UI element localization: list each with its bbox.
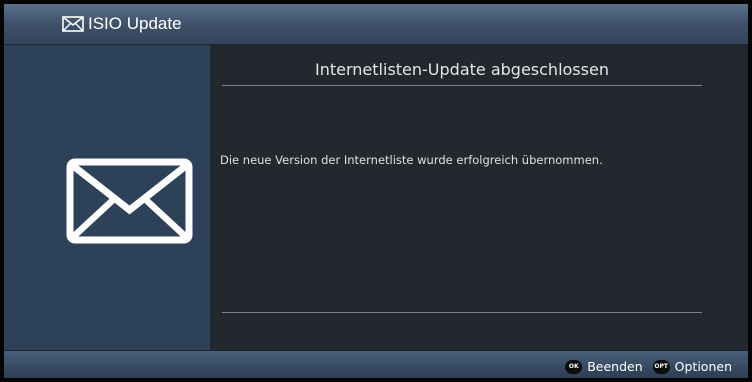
- exit-action-label[interactable]: Beenden: [587, 359, 642, 375]
- osd-window: ISIO Update Internetlisten-Update abgesc…: [0, 0, 752, 382]
- envelope-icon: [62, 16, 84, 32]
- dialog-message: Die neue Version der Internetliste wurde…: [220, 153, 603, 167]
- footer-bar: OK Beenden OPT Optionen: [4, 350, 748, 378]
- dialog-content: Internetlisten-Update abgeschlossen Die …: [210, 45, 748, 350]
- dialog-title: Internetlisten-Update abgeschlossen: [315, 60, 609, 79]
- ok-key-badge[interactable]: OK: [565, 360, 583, 374]
- opt-key-badge[interactable]: OPT: [652, 360, 670, 374]
- envelope-icon: [66, 158, 193, 244]
- title-bar: ISIO Update: [4, 4, 748, 45]
- footer-hints: OK Beenden OPT Optionen: [565, 359, 732, 375]
- app-title: ISIO Update: [88, 14, 182, 33]
- side-panel: [4, 45, 210, 350]
- options-action-label[interactable]: Optionen: [675, 359, 732, 375]
- bottom-divider: [222, 312, 702, 313]
- title-divider: [222, 85, 702, 86]
